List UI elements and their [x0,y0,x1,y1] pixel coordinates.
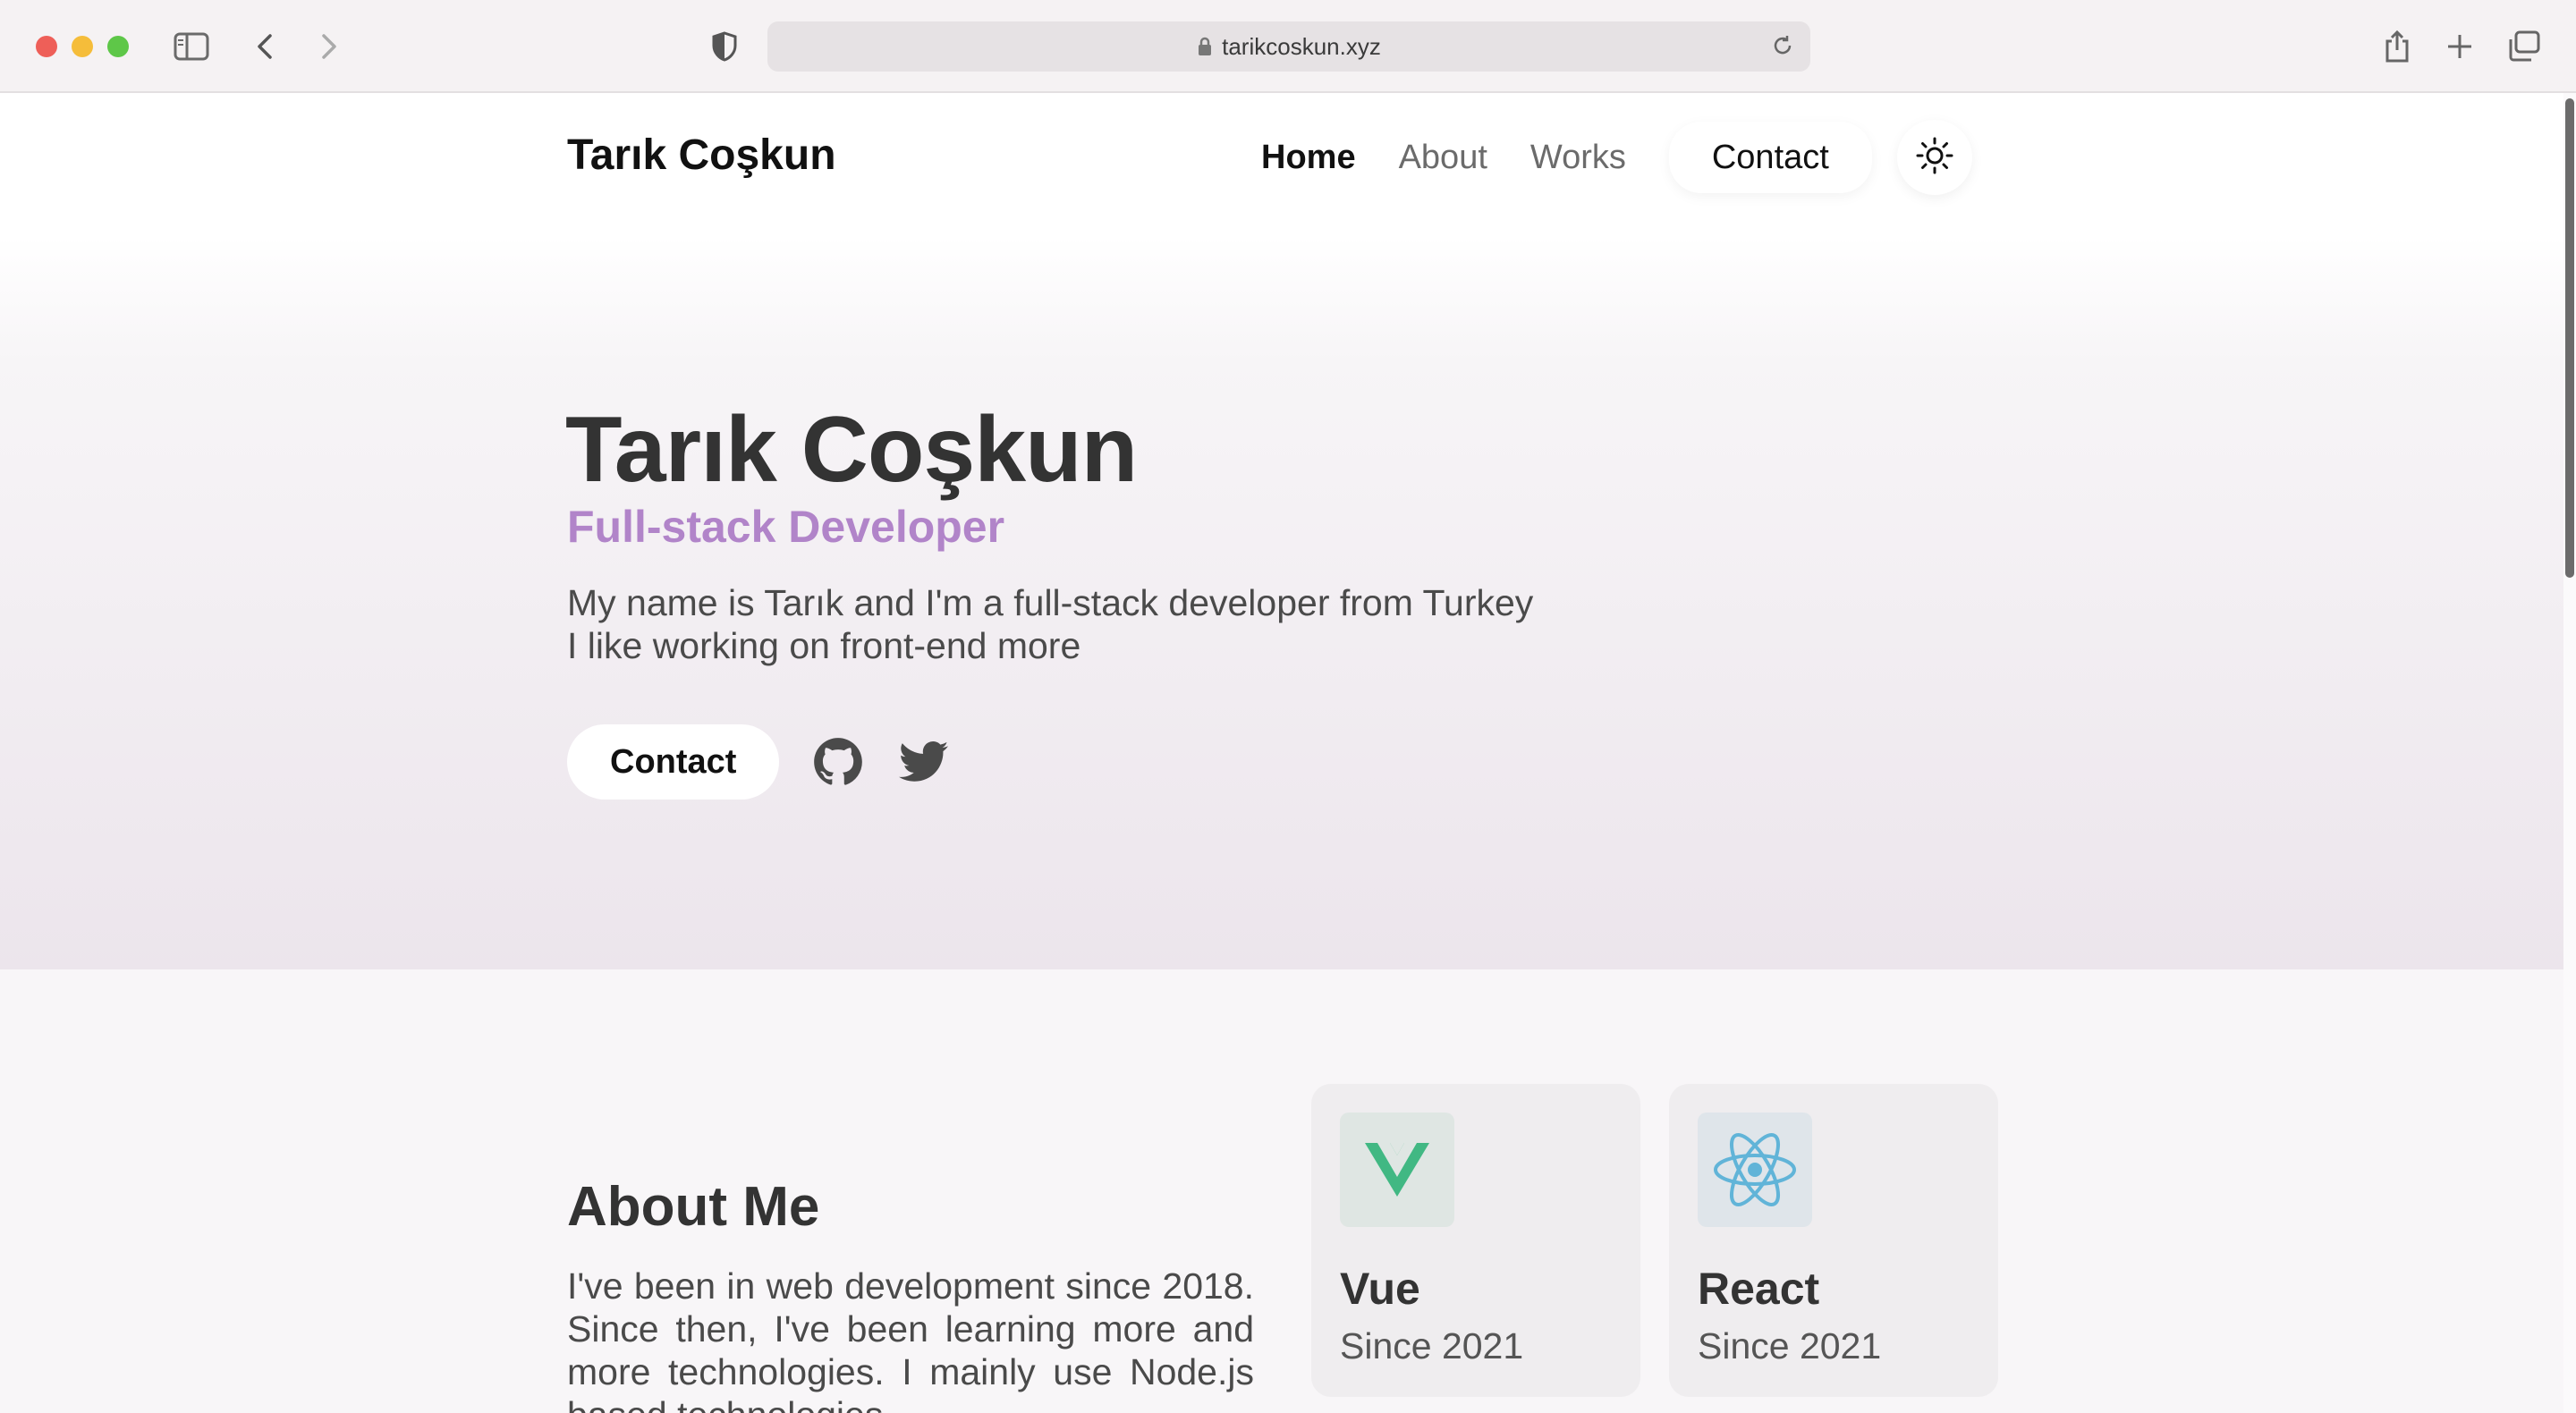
tech-card-vue: Vue Since 2021 [1311,1084,1640,1397]
sun-icon [1915,136,1954,180]
hero-section: Tarık Coşkun Home About Works Contact Ta… [0,93,2563,969]
react-icon [1698,1113,1812,1227]
lock-icon [1197,37,1213,56]
nav-link-works[interactable]: Works [1530,139,1626,177]
about-title: About Me [567,1176,820,1238]
share-icon[interactable] [2376,25,2419,68]
about-text: I've been in web development since 2018.… [567,1265,1254,1413]
theme-toggle-button[interactable] [1896,120,1972,195]
sidebar-toggle-icon[interactable] [170,25,213,68]
nav-link-home[interactable]: Home [1261,139,1356,177]
tech-since: Since 2021 [1698,1325,1882,1366]
privacy-shield-icon[interactable] [703,25,746,68]
twitter-icon[interactable] [897,735,951,789]
hero-title: Tarık Coşkun [565,398,1138,502]
forward-arrow-icon[interactable] [308,25,351,68]
hero-subtitle: Full-stack Developer [567,502,1005,552]
close-window-button[interactable] [36,36,57,57]
reload-icon[interactable] [1771,34,1794,57]
address-bar[interactable]: tarikcoskun.xyz [767,21,1810,72]
hero-description-line: My name is Tarık and I'm a full-stack de… [567,582,1534,623]
back-arrow-icon[interactable] [243,25,286,68]
hero-description: My name is Tarık and I'm a full-stack de… [567,581,1730,667]
nav-link-about[interactable]: About [1399,139,1487,177]
page-viewport: Tarık Coşkun Home About Works Contact Ta… [0,93,2563,1413]
nav-contact-button[interactable]: Contact [1668,122,1872,193]
github-icon[interactable] [811,735,865,789]
tech-card-react: React Since 2021 [1669,1084,1998,1397]
hero-contact-button[interactable]: Contact [567,724,780,800]
browser-toolbar: tarikcoskun.xyz [0,0,2576,93]
vue-icon [1340,1113,1454,1227]
new-tab-plus-icon[interactable] [2438,25,2481,68]
hero-actions: Contact [567,724,983,800]
site-brand[interactable]: Tarık Coşkun [567,131,836,180]
minimize-window-button[interactable] [72,36,93,57]
tech-name: React [1698,1264,1820,1314]
tab-overview-icon[interactable] [2503,25,2546,68]
hero-description-line: I like working on front-end more [567,625,1081,666]
url-text: tarikcoskun.xyz [1222,32,1381,60]
main-nav: Home About Works Contact [1261,120,1972,195]
zoom-window-button[interactable] [107,36,129,57]
tech-since: Since 2021 [1340,1325,1524,1366]
tech-name: Vue [1340,1264,1420,1314]
scrollbar-thumb[interactable] [2565,98,2574,578]
